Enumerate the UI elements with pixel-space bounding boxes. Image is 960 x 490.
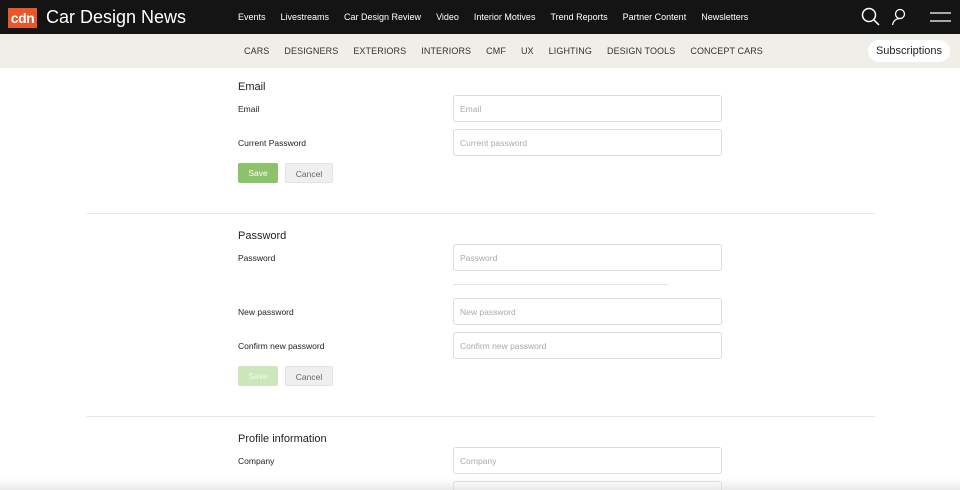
email-input[interactable] <box>453 95 722 122</box>
nav-item-trend-reports[interactable]: Trend Reports <box>550 12 607 22</box>
nav-item-interior-motives[interactable]: Interior Motives <box>474 12 536 22</box>
category-lighting[interactable]: LIGHTING <box>549 46 592 56</box>
current-password-label: Current Password <box>238 138 307 148</box>
main-nav: Events Livestreams Car Design Review Vid… <box>238 0 763 34</box>
category-concept-cars[interactable]: CONCEPT CARS <box>690 46 763 56</box>
top-navigation-bar: cdn Car Design News Events Livestreams C… <box>0 0 960 34</box>
email-cancel-button[interactable]: Cancel <box>285 163 333 183</box>
menu-icon[interactable] <box>928 6 952 28</box>
password-save-button[interactable]: Save <box>238 366 278 386</box>
category-cars[interactable]: CARS <box>244 46 269 56</box>
section-divider <box>86 416 875 417</box>
category-cmf[interactable]: CMF <box>486 46 506 56</box>
company-input[interactable] <box>453 447 722 474</box>
nav-item-livestreams[interactable]: Livestreams <box>281 12 330 22</box>
user-icon[interactable] <box>889 6 911 28</box>
new-password-label: New password <box>238 307 294 317</box>
search-icon[interactable] <box>860 6 882 28</box>
nav-item-partner-content[interactable]: Partner Content <box>623 12 687 22</box>
section-divider <box>86 213 875 214</box>
password-input[interactable] <box>453 244 722 271</box>
category-interiors[interactable]: INTERIORS <box>421 46 471 56</box>
bottom-fade <box>0 478 960 490</box>
password-section-title: Password <box>238 230 287 242</box>
category-nav-bar: CARS DESIGNERS EXTERIORS INTERIORS CMF U… <box>0 34 960 68</box>
email-label: Email <box>238 104 260 114</box>
category-designers[interactable]: DESIGNERS <box>284 46 338 56</box>
confirm-password-input[interactable] <box>453 332 722 359</box>
site-logo[interactable]: cdn <box>8 8 37 28</box>
category-ux[interactable]: UX <box>521 46 534 56</box>
company-label: Company <box>238 456 275 466</box>
password-strength-bar <box>453 284 668 285</box>
category-exteriors[interactable]: EXTERIORS <box>353 46 406 56</box>
password-label: Password <box>238 253 276 263</box>
nav-item-car-design-review[interactable]: Car Design Review <box>344 12 421 22</box>
site-brand-name[interactable]: Car Design News <box>46 7 186 27</box>
email-save-button[interactable]: Save <box>238 163 278 183</box>
new-password-input[interactable] <box>453 298 722 325</box>
category-design-tools[interactable]: DESIGN TOOLS <box>607 46 675 56</box>
nav-item-newsletters[interactable]: Newsletters <box>701 12 748 22</box>
profile-section-title: Profile information <box>238 433 327 445</box>
nav-item-events[interactable]: Events <box>238 12 266 22</box>
confirm-password-label: Confirm new password <box>238 341 325 351</box>
current-password-input[interactable] <box>453 129 722 156</box>
email-section-title: Email <box>238 81 266 93</box>
nav-item-video[interactable]: Video <box>436 12 459 22</box>
password-cancel-button[interactable]: Cancel <box>285 366 333 386</box>
category-nav: CARS DESIGNERS EXTERIORS INTERIORS CMF U… <box>244 34 778 68</box>
subscriptions-button[interactable]: Subscriptions <box>868 40 950 62</box>
